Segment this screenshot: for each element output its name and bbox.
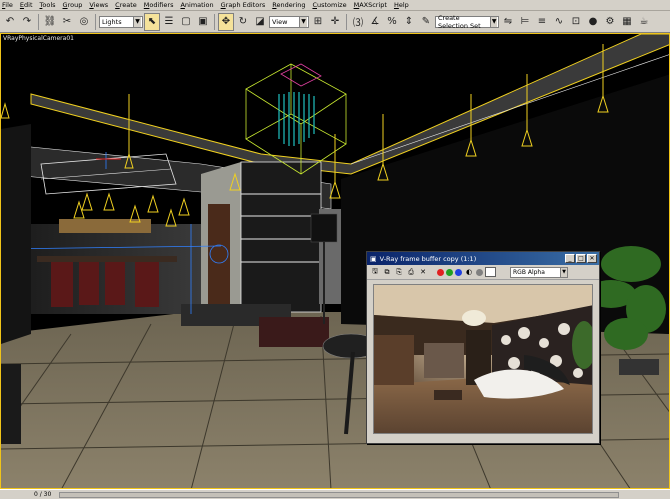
coffee-table (259, 317, 329, 347)
menu-file[interactable]: File (2, 1, 13, 9)
named-selection-set-value: Create Selection Set (438, 13, 481, 30)
chevron-down-icon: ▼ (133, 16, 141, 27)
chevron-down-icon: ▼ (490, 16, 497, 27)
render-setup-icon[interactable]: ⚙ (602, 12, 618, 31)
percent-snap-icon[interactable]: % (384, 12, 400, 31)
time-slider-frame-counter[interactable]: 0 / 30 (34, 491, 51, 498)
menu-views[interactable]: Views (89, 1, 108, 9)
alpha-channel-icon[interactable]: ◐ (464, 267, 474, 277)
green-channel-icon[interactable] (446, 268, 453, 276)
planter (619, 359, 659, 375)
print-icon[interactable]: ⎙ (406, 267, 416, 277)
rendered-image (373, 284, 593, 434)
menu-create[interactable]: Create (115, 1, 137, 9)
reference-coordinate-value: View (272, 17, 288, 26)
window-crossing-icon[interactable]: ▣ (195, 12, 211, 31)
vfb-toolbar: 🖫 ⧉ ⎘ ⎙ ✕ ◐ RGB Alpha ▼ (367, 265, 599, 280)
menu-modifiers[interactable]: Modifiers (144, 1, 174, 9)
close-button[interactable]: ✕ (587, 254, 597, 263)
save-image-icon[interactable]: 🖫 (370, 267, 380, 277)
status-bar: 0 / 30 (0, 489, 670, 499)
render-element-value: RGB Alpha (513, 268, 545, 276)
minimize-button[interactable]: _ (565, 254, 575, 263)
mono-mode-icon[interactable] (476, 268, 483, 276)
menu-bar: File Edit Tools Group Views Create Modif… (0, 0, 670, 11)
copy-image-icon[interactable]: ⧉ (382, 267, 392, 277)
menu-graph-editors[interactable]: Graph Editors (221, 1, 266, 9)
color-swatch[interactable] (485, 267, 496, 277)
vfb-titlebar[interactable]: ▣ V-Ray frame buffer copy (1:1) _ □ ✕ (367, 252, 599, 265)
menu-customize[interactable]: Customize (312, 1, 346, 9)
curve-editor-icon[interactable]: ∿ (551, 12, 567, 31)
dining-sideboard (59, 219, 151, 233)
bookcase (240, 161, 322, 313)
reference-coordinate-dropdown[interactable]: View ▼ (269, 15, 309, 28)
toolbar-divider (214, 13, 215, 30)
schematic-view-icon[interactable]: ⊡ (568, 12, 584, 31)
redo-icon[interactable]: ↷ (19, 12, 35, 31)
main-toolbar: ↶ ↷ ⛓ ✂ ◎ Lights ▼ ⬉ ☰ ▢ ▣ ✥ ↻ ◪ View ▼ … (0, 11, 670, 33)
toolbar-divider (38, 13, 39, 30)
blue-channel-icon[interactable] (455, 268, 462, 276)
material-editor-icon[interactable]: ● (585, 12, 601, 31)
mirror-icon[interactable]: ⇋ (500, 12, 516, 31)
rectangular-selection-icon[interactable]: ▢ (178, 12, 194, 31)
time-slider[interactable] (59, 491, 620, 498)
select-and-move-icon[interactable]: ✥ (218, 12, 234, 31)
named-selection-set-dropdown[interactable]: Create Selection Set ▼ (435, 13, 499, 30)
vray-logo-icon: ▣ (370, 254, 377, 263)
angle-snap-icon[interactable]: ∡ (367, 12, 383, 31)
select-object-icon[interactable]: ⬉ (144, 12, 160, 31)
spinner-snap-icon[interactable]: ⇕ (401, 12, 417, 31)
select-and-scale-icon[interactable]: ◪ (252, 12, 268, 31)
chevron-down-icon: ▼ (299, 16, 307, 27)
dining-chairs (51, 260, 159, 307)
quick-render-icon[interactable]: ☕ (636, 12, 652, 31)
menu-tools[interactable]: Tools (40, 1, 56, 9)
chevron-down-icon: ▼ (560, 267, 567, 277)
vray-frame-buffer-window[interactable]: ▣ V-Ray frame buffer copy (1:1) _ □ ✕ 🖫 … (366, 251, 600, 444)
menu-group[interactable]: Group (63, 1, 83, 9)
selection-filter-value: Lights (102, 17, 122, 26)
clear-image-icon[interactable]: ✕ (418, 267, 428, 277)
menu-animation[interactable]: Animation (180, 1, 213, 9)
chandelier-crystals (278, 92, 315, 146)
render-frame-icon[interactable]: ▦ (619, 12, 635, 31)
selection-filter-dropdown[interactable]: Lights ▼ (99, 15, 143, 28)
select-and-link-icon[interactable]: ⛓ (42, 12, 58, 31)
maximize-button[interactable]: □ (576, 254, 586, 263)
menu-rendering[interactable]: Rendering (272, 1, 305, 9)
select-manipulate-icon[interactable]: ✛ (327, 12, 343, 31)
pivot-center-icon[interactable]: ⊞ (310, 12, 326, 31)
layer-manager-icon[interactable]: ≡ (534, 12, 550, 31)
align-icon[interactable]: ⊨ (517, 12, 533, 31)
door (208, 204, 230, 304)
bind-space-warp-icon[interactable]: ◎ (76, 12, 92, 31)
undo-icon[interactable]: ↶ (2, 12, 18, 31)
edit-named-selection-icon[interactable]: ✎ (418, 12, 434, 31)
snap-toggle-icon[interactable]: ⑶ (350, 12, 366, 31)
toolbar-divider (346, 13, 347, 30)
menu-edit[interactable]: Edit (20, 1, 33, 9)
select-and-rotate-icon[interactable]: ↻ (235, 12, 251, 31)
toolbar-divider (95, 13, 96, 30)
render-element-dropdown[interactable]: RGB Alpha ▼ (510, 266, 568, 278)
clone-frame-icon[interactable]: ⎘ (394, 267, 404, 277)
vfb-title: V-Ray frame buffer copy (1:1) (379, 254, 477, 263)
red-channel-icon[interactable] (437, 268, 444, 276)
select-by-name-icon[interactable]: ☰ (161, 12, 177, 31)
unlink-icon[interactable]: ✂ (59, 12, 75, 31)
viewport-label[interactable]: VRayPhysicalCamera01 (3, 35, 74, 42)
menu-help[interactable]: Help (394, 1, 409, 9)
floor-lamp (310, 213, 338, 243)
menu-maxscript[interactable]: MAXScript (354, 1, 387, 9)
